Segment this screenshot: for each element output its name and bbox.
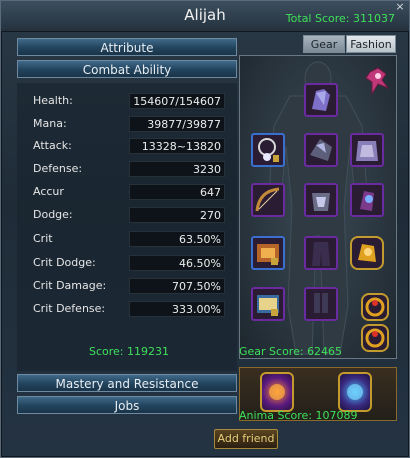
helmet-slot[interactable] (304, 83, 338, 117)
stat-row-crit: Crit 63.50% (17, 230, 225, 248)
close-icon: × (395, 0, 405, 13)
stat-row-mana: Mana: 39877/39877 (17, 115, 225, 133)
stat-row-accuracy: Accur 647 (17, 183, 225, 201)
title-bar[interactable]: Alijah Total Score: 311037 × (1, 1, 409, 32)
anima-icon (347, 384, 363, 400)
stat-value: 270 (129, 207, 225, 223)
stat-row-defense: Defense: 3230 (17, 160, 225, 178)
pet-icon (365, 67, 390, 96)
pants-icon (312, 242, 330, 266)
stat-value: 13328~13820 (129, 138, 225, 154)
stat-value: 154607/154607 (129, 93, 225, 109)
stat-value: 647 (129, 184, 225, 200)
stat-row-health: Health: 154607/154607 (17, 92, 225, 110)
stat-row-dodge: Dodge: 270 (17, 206, 225, 224)
chest-armor-slot[interactable] (304, 183, 338, 217)
stat-value: 333.00% (129, 301, 225, 317)
ring-icon (365, 297, 385, 317)
helmet-icon (312, 89, 330, 111)
stat-value: 39877/39877 (129, 116, 225, 132)
boots-icon (314, 293, 328, 313)
stat-value: 63.50% (129, 231, 225, 247)
stat-label: Dodge: (33, 208, 73, 221)
combat-ability-section-button[interactable]: Combat Ability (17, 60, 237, 78)
stats-score: Score: 119231 (89, 345, 170, 358)
character-info-window: Alijah Total Score: 311037 × Attribute C… (0, 0, 410, 458)
close-button[interactable]: × (394, 1, 406, 13)
tab-fashion[interactable]: Fashion (346, 35, 396, 53)
stat-label: Attack: (33, 139, 72, 152)
jobs-section-button[interactable]: Jobs (17, 396, 237, 414)
stat-row-crit-dodge: Crit Dodge: 46.50% (17, 254, 225, 272)
anima-icon (269, 384, 285, 400)
stat-label: Crit Damage: (33, 279, 107, 292)
weapon-slot[interactable] (251, 183, 285, 217)
stat-label: Accur (33, 185, 64, 198)
anima-slot-2[interactable] (338, 372, 372, 412)
ring-icon (365, 328, 385, 348)
ring-slot-1[interactable] (361, 293, 389, 321)
stat-value: 707.50% (129, 278, 225, 294)
gear-score: Gear Score: 62465 (239, 345, 343, 358)
stat-label: Crit (33, 232, 53, 245)
gloves-icon (360, 191, 374, 211)
total-score: Total Score: 311037 (285, 12, 395, 25)
stat-label: Health: (33, 94, 73, 107)
gloves-slot[interactable] (350, 183, 384, 217)
book-slot[interactable] (251, 287, 285, 321)
belt-icon (257, 244, 279, 265)
pet-slot[interactable] (364, 66, 390, 96)
amulet-slot[interactable] (350, 236, 384, 270)
book-icon (257, 295, 279, 316)
chest-armor-icon (312, 193, 330, 211)
cape-icon (356, 141, 378, 161)
anima-slot-1[interactable] (260, 372, 294, 412)
necklace-slot[interactable] (251, 133, 285, 167)
stat-row-crit-defense: Crit Defense: 333.00% (17, 300, 225, 318)
stat-label: Defense: (33, 162, 83, 175)
stat-value: 46.50% (129, 255, 225, 271)
cape-slot[interactable] (350, 133, 384, 167)
stat-row-crit-damage: Crit Damage: 707.50% (17, 277, 225, 295)
stat-label: Crit Defense: (33, 302, 106, 315)
tab-gear[interactable]: Gear (303, 35, 345, 53)
attribute-section-button[interactable]: Attribute (17, 38, 237, 56)
boots-slot[interactable] (304, 287, 338, 321)
necklace-icon (258, 138, 279, 162)
stat-value: 3230 (129, 161, 225, 177)
ring-slot-2[interactable] (361, 324, 389, 352)
mastery-section-button[interactable]: Mastery and Resistance (17, 374, 237, 392)
pants-slot[interactable] (304, 236, 338, 270)
gear-panel (239, 55, 397, 359)
amulet-icon (358, 244, 376, 262)
shoulder-armor-slot[interactable] (304, 133, 338, 167)
shoulder-armor-icon (310, 139, 332, 161)
bow-weapon-icon (255, 187, 280, 212)
stat-label: Crit Dodge: (33, 256, 96, 269)
belt-slot[interactable] (251, 236, 285, 270)
anima-score: Anima Score: 107089 (239, 409, 358, 422)
stat-row-attack: Attack: 13328~13820 (17, 137, 225, 155)
stat-label: Mana: (33, 117, 67, 130)
add-friend-button[interactable]: Add friend (214, 429, 278, 449)
